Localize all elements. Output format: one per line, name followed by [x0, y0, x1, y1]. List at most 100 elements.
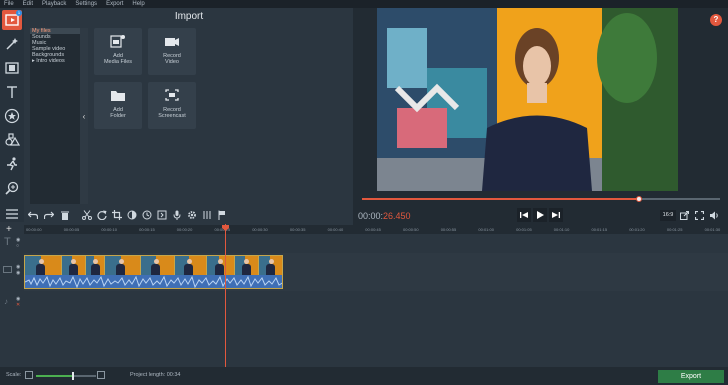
add-track-button[interactable]: +	[6, 225, 12, 235]
delete-button[interactable]	[58, 208, 71, 222]
ruler-tick: 00:01:10	[553, 227, 570, 232]
split-button[interactable]	[80, 208, 93, 222]
lock-icon[interactable]: ○	[16, 243, 19, 249]
collapse-panel-button[interactable]: ‹	[80, 28, 88, 204]
clip-properties-button[interactable]	[155, 208, 168, 222]
zoom-in-button[interactable]	[97, 371, 105, 379]
zoom-icon	[5, 181, 19, 195]
stickers-star-icon	[4, 108, 20, 124]
redo-icon	[43, 211, 54, 219]
project-length: Project length: 00:34	[130, 372, 180, 378]
previous-frame-button[interactable]	[517, 208, 531, 222]
timeline-ruler[interactable]: 00:00:00 00:00:05 00:00:10 00:00:15 00:00:20…	[24, 225, 728, 234]
folder-icon	[111, 91, 125, 101]
video-clip-thumbnail[interactable]	[86, 256, 105, 275]
fullscreen-button[interactable]	[694, 210, 705, 221]
chevron-left-icon: ‹	[82, 111, 86, 121]
status-bar: Scale: Project length: 00:34	[0, 367, 728, 385]
audio-track[interactable]	[24, 291, 728, 367]
music-note-icon: ♪	[4, 297, 8, 306]
title-track[interactable]	[24, 234, 728, 253]
mute-icon[interactable]: ✕	[16, 302, 20, 308]
filters-button[interactable]	[2, 58, 22, 78]
timeline-zoom-slider[interactable]	[36, 372, 96, 380]
magic-tools-button[interactable]	[2, 34, 22, 54]
title-track-icon: T	[4, 236, 11, 248]
play-icon	[537, 211, 544, 219]
menu-file[interactable]: File	[4, 0, 14, 8]
ruler-tick: 00:01:05	[516, 227, 532, 232]
motion-button[interactable]	[2, 154, 22, 174]
stickers-button[interactable]	[2, 106, 22, 126]
ruler-tick: 00:00:55	[440, 227, 457, 232]
add-media-files-button[interactable]: Add Media Files	[94, 28, 142, 75]
undo-button[interactable]	[26, 208, 39, 222]
speed-button[interactable]	[140, 208, 153, 222]
menu-export[interactable]: Export	[106, 0, 123, 8]
record-audio-button[interactable]	[170, 208, 183, 222]
zoom-out-button[interactable]	[25, 371, 33, 379]
crop-icon	[111, 210, 122, 220]
menu-edit[interactable]: Edit	[23, 0, 33, 8]
zoom-knob[interactable]	[72, 372, 74, 380]
menu-playback[interactable]: Playback	[42, 0, 66, 8]
video-clip-thumbnail[interactable]	[175, 256, 207, 275]
menu-settings[interactable]: Settings	[75, 0, 97, 8]
color-adjust-button[interactable]	[125, 208, 138, 222]
tile-label: Record Video	[163, 53, 181, 65]
video-clip-thumbnail[interactable]	[207, 256, 235, 275]
record-screencast-button[interactable]: Record Screencast	[148, 82, 196, 129]
playhead-line[interactable]	[225, 224, 226, 367]
titles-button[interactable]	[2, 82, 22, 102]
video-clip-thumbnail[interactable]	[105, 256, 141, 275]
video-clip-thumbnail[interactable]	[62, 256, 86, 275]
volume-icon	[710, 211, 718, 220]
video-clip-thumbnail[interactable]	[141, 256, 175, 275]
tree-item-intro-videos[interactable]: ▸ Intro videos	[30, 58, 80, 64]
left-toolbar: 1	[0, 8, 24, 222]
speaker-icon[interactable]: ◉	[16, 270, 20, 276]
gear-icon	[187, 211, 196, 219]
progress-fill	[362, 198, 640, 200]
transitions-button[interactable]	[2, 130, 22, 150]
next-frame-button[interactable]	[549, 208, 563, 222]
play-button[interactable]	[533, 208, 547, 222]
playback-progress-bar[interactable]	[362, 196, 720, 202]
crop-button[interactable]	[110, 208, 123, 222]
project-length-label: Project length:	[130, 372, 166, 378]
menu-bar: File Edit Playback Settings Export Help	[0, 0, 728, 8]
video-clip-thumbnail[interactable]	[25, 256, 62, 275]
audio-track-header: ♪ ◉ ✕	[0, 296, 24, 312]
import-tab-button[interactable]: 1	[2, 10, 22, 30]
rotate-button[interactable]	[95, 208, 108, 222]
equalizer-button[interactable]	[200, 208, 213, 222]
marker-button[interactable]	[215, 208, 228, 222]
video-clip-thumbnail[interactable]	[235, 256, 259, 275]
aspect-ratio-button[interactable]: 16:9	[660, 210, 676, 221]
detach-preview-button[interactable]	[679, 210, 690, 221]
tile-label: Add Media Files	[103, 53, 133, 65]
add-folder-button[interactable]: Add Folder	[94, 82, 142, 129]
menu-help[interactable]: Help	[132, 0, 144, 8]
record-video-button[interactable]: Record Video	[148, 28, 196, 75]
zoom-tool-button[interactable]	[2, 178, 22, 198]
shapes-icon	[5, 133, 20, 146]
zoom-fill	[36, 375, 72, 377]
scale-label: Scale:	[6, 372, 22, 378]
video-preview[interactable]	[377, 8, 678, 191]
ruler-tick: 00:00:15	[139, 227, 155, 232]
text-icon	[7, 86, 17, 98]
audio-waveform	[25, 275, 282, 288]
video-clip-group[interactable]	[24, 255, 283, 289]
help-button[interactable]: ?	[710, 14, 722, 26]
more-menu-icon	[6, 209, 18, 219]
clock-icon	[142, 210, 151, 220]
volume-button[interactable]	[709, 210, 720, 221]
video-clip-thumbnail[interactable]	[259, 256, 282, 275]
ruler-tick: 00:00:00	[26, 227, 42, 232]
redo-button[interactable]	[42, 208, 55, 222]
clip-settings-button[interactable]	[185, 208, 198, 222]
ruler-tick: 00:00:40	[327, 227, 344, 232]
more-menu-button[interactable]	[4, 207, 20, 221]
export-button[interactable]: Export	[658, 370, 724, 383]
